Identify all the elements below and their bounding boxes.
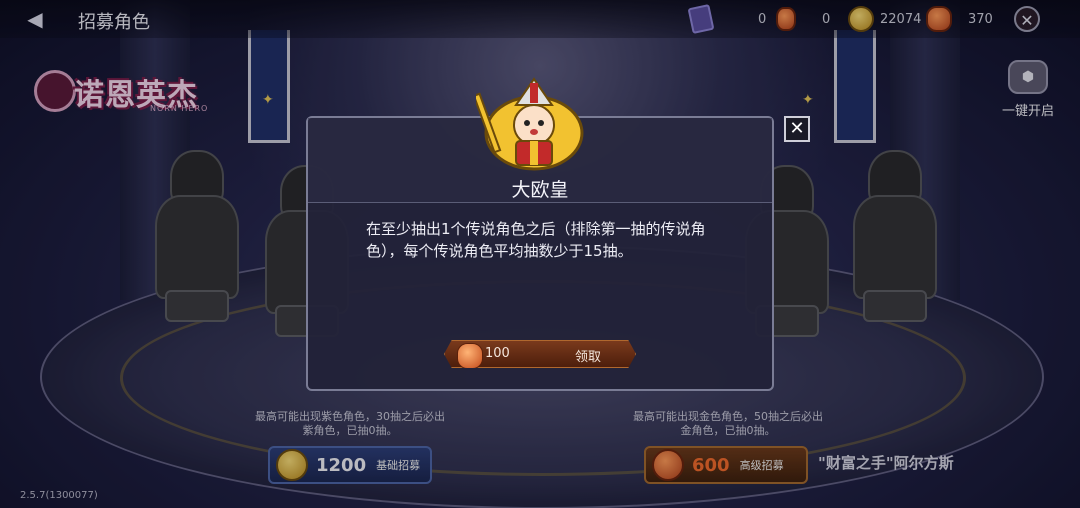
modal-divider xyxy=(308,202,772,203)
bishop-avatar-icon xyxy=(476,77,584,171)
achievement-description: 在至少抽出1个传说角色之后（排除第一抽的传说角色），每个传说角色平均抽数少于15… xyxy=(366,220,706,260)
reward-amount: 100 xyxy=(485,346,510,361)
claim-label: 领取 xyxy=(575,350,602,365)
achievement-title: 大欧皇 xyxy=(511,179,569,201)
close-icon[interactable]: ✕ xyxy=(784,116,810,142)
claim-reward-button[interactable]: 100 领取 xyxy=(444,340,636,368)
game-screen: ✦ ✦ ◀ 招募角色 0 0 22074 370 ✕ 诺恩英杰 NORN HER… xyxy=(0,0,1080,508)
gem-icon xyxy=(457,343,483,368)
